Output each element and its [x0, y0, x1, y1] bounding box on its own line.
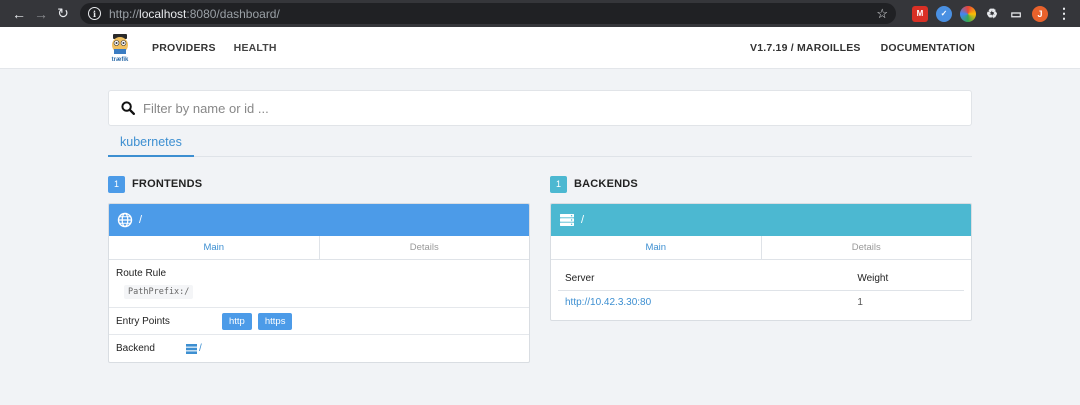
avatar[interactable]: J	[1032, 5, 1048, 22]
server-stack-icon	[560, 214, 574, 226]
server-weight: 1	[857, 297, 863, 308]
server-url-link[interactable]: http://10.42.3.30:80	[558, 291, 850, 315]
backend-name: /	[581, 214, 585, 226]
frontends-title: FRONTENDS	[132, 178, 203, 190]
forward-icon[interactable]: →	[30, 6, 52, 22]
route-rule-label: Route Rule	[116, 268, 167, 279]
search-icon	[121, 101, 135, 115]
url-prefix: http://	[109, 6, 140, 21]
frontend-subtabs: Main Details	[109, 236, 529, 260]
extension-icon[interactable]	[960, 5, 976, 22]
logo-text: træfik	[111, 56, 129, 63]
tab-kubernetes[interactable]: kubernetes	[108, 132, 194, 157]
traefik-logo[interactable]: træfik	[108, 32, 132, 64]
tab-main[interactable]: Main	[551, 236, 762, 259]
backend-label: Backend	[116, 343, 155, 354]
entry-points-row: Entry Points http https	[109, 308, 529, 335]
main-content: Filter by name or id ... kubernetes 1 FR…	[0, 69, 1080, 363]
backend-link[interactable]: /	[186, 343, 202, 354]
backend-subtabs: Main Details	[551, 236, 971, 260]
backends-title: BACKENDS	[574, 178, 638, 190]
search-placeholder: Filter by name or id ...	[143, 100, 269, 116]
address-bar[interactable]: i http://localhost:8080/dashboard/ ☆	[80, 3, 896, 24]
gopher-logo-icon	[112, 33, 128, 54]
extension-icon[interactable]: M	[912, 5, 928, 22]
nav-documentation[interactable]: DOCUMENTATION	[881, 42, 975, 54]
extension-icon[interactable]: ✓	[936, 5, 952, 22]
nav-health[interactable]: HEALTH	[234, 42, 277, 54]
backends-header: 1 BACKENDS	[550, 175, 972, 193]
provider-tabs: kubernetes	[108, 132, 972, 157]
backend-panel-header: /	[551, 204, 971, 236]
url-path: :8080/dashboard/	[186, 6, 280, 21]
info-icon[interactable]: i	[88, 7, 101, 20]
route-rule-row: Route Rule PathPrefix:/	[109, 260, 529, 308]
version-label: V1.7.19 / MAROILLES	[750, 41, 861, 54]
tab-main[interactable]: Main	[109, 236, 320, 259]
backend-row: Backend /	[109, 335, 529, 362]
frontend-panel: / Main Details Route Rule PathPrefix:/ E…	[108, 203, 530, 363]
table-row: http://10.42.3.30:80 1	[558, 291, 964, 315]
frontend-panel-header: /	[109, 204, 529, 236]
nav-providers[interactable]: PROVIDERS	[152, 42, 216, 54]
frontends-column: 1 FRONTENDS / Main Details Route Rule Pa…	[108, 175, 530, 363]
frontends-header: 1 FRONTENDS	[108, 175, 530, 193]
table-header-row: Server Weight	[558, 268, 964, 291]
reload-icon[interactable]: ↻	[52, 5, 74, 22]
server-icon	[186, 343, 197, 354]
route-rule-value: PathPrefix:/	[124, 285, 194, 299]
column-weight: Weight	[850, 268, 964, 291]
servers-table: Server Weight http://10.42.3.30:80 1	[558, 268, 964, 314]
globe-icon	[117, 212, 133, 228]
star-icon[interactable]: ☆	[876, 6, 888, 22]
backend-panel: / Main Details Server Weight http://10.4…	[550, 203, 972, 321]
frontend-name: /	[139, 214, 143, 226]
backends-column: 1 BACKENDS / Main Details Server Weight …	[550, 175, 972, 363]
tab-details[interactable]: Details	[319, 236, 529, 259]
browser-toolbar: ← → ↻ i http://localhost:8080/dashboard/…	[0, 0, 1080, 27]
entry-points-label: Entry Points	[116, 315, 170, 327]
search-input[interactable]: Filter by name or id ...	[108, 90, 972, 126]
backend-value: /	[199, 343, 202, 354]
menu-icon[interactable]: ⋮	[1056, 5, 1072, 22]
puzzle-icon[interactable]: ♻	[984, 6, 1000, 22]
frontends-count-badge: 1	[108, 175, 125, 193]
url-host: localhost	[139, 6, 187, 21]
servers-table-wrap: Server Weight http://10.42.3.30:80 1	[551, 268, 971, 314]
tab-details[interactable]: Details	[761, 236, 971, 259]
back-icon[interactable]: ←	[8, 6, 30, 22]
cast-icon[interactable]: ▭	[1008, 6, 1024, 22]
app-header: træfik PROVIDERS HEALTH V1.7.19 / MAROIL…	[0, 27, 1080, 69]
entry-point-https[interactable]: https	[257, 312, 293, 330]
entry-point-http[interactable]: http	[222, 312, 252, 330]
column-server: Server	[558, 268, 851, 291]
backends-count-badge: 1	[550, 175, 567, 193]
